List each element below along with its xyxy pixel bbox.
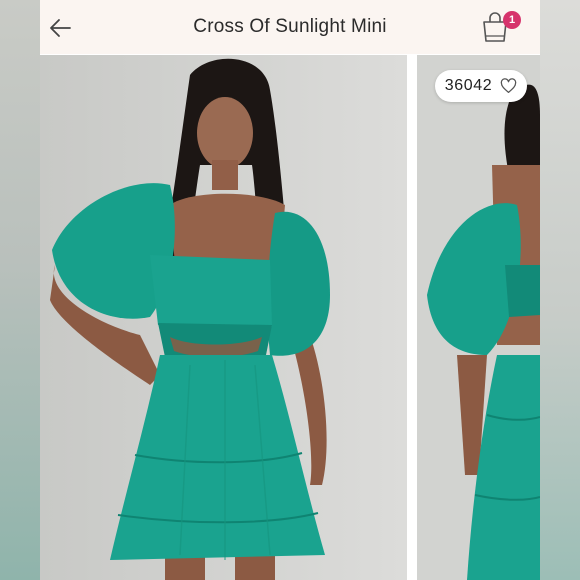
back-button[interactable]	[44, 12, 76, 44]
app-screen: Cross Of Sunlight Mini 1 36042	[40, 0, 540, 580]
likes-button[interactable]: 36042	[435, 70, 527, 102]
arrow-left-icon	[50, 19, 71, 37]
cart-count-badge: 1	[503, 11, 521, 29]
top-bar: Cross Of Sunlight Mini	[40, 0, 540, 54]
heart-outline-icon	[501, 78, 517, 94]
left-blurred-border	[0, 0, 40, 580]
page-title: Cross Of Sunlight Mini	[193, 16, 387, 37]
model-dress-illustration	[40, 55, 407, 580]
right-blurred-border	[540, 0, 580, 580]
next-product-photo[interactable]	[417, 55, 540, 580]
model-back-illustration	[417, 55, 540, 580]
product-photo[interactable]	[40, 55, 407, 580]
photo-divider	[407, 55, 417, 580]
likes-count: 36042	[444, 77, 493, 94]
